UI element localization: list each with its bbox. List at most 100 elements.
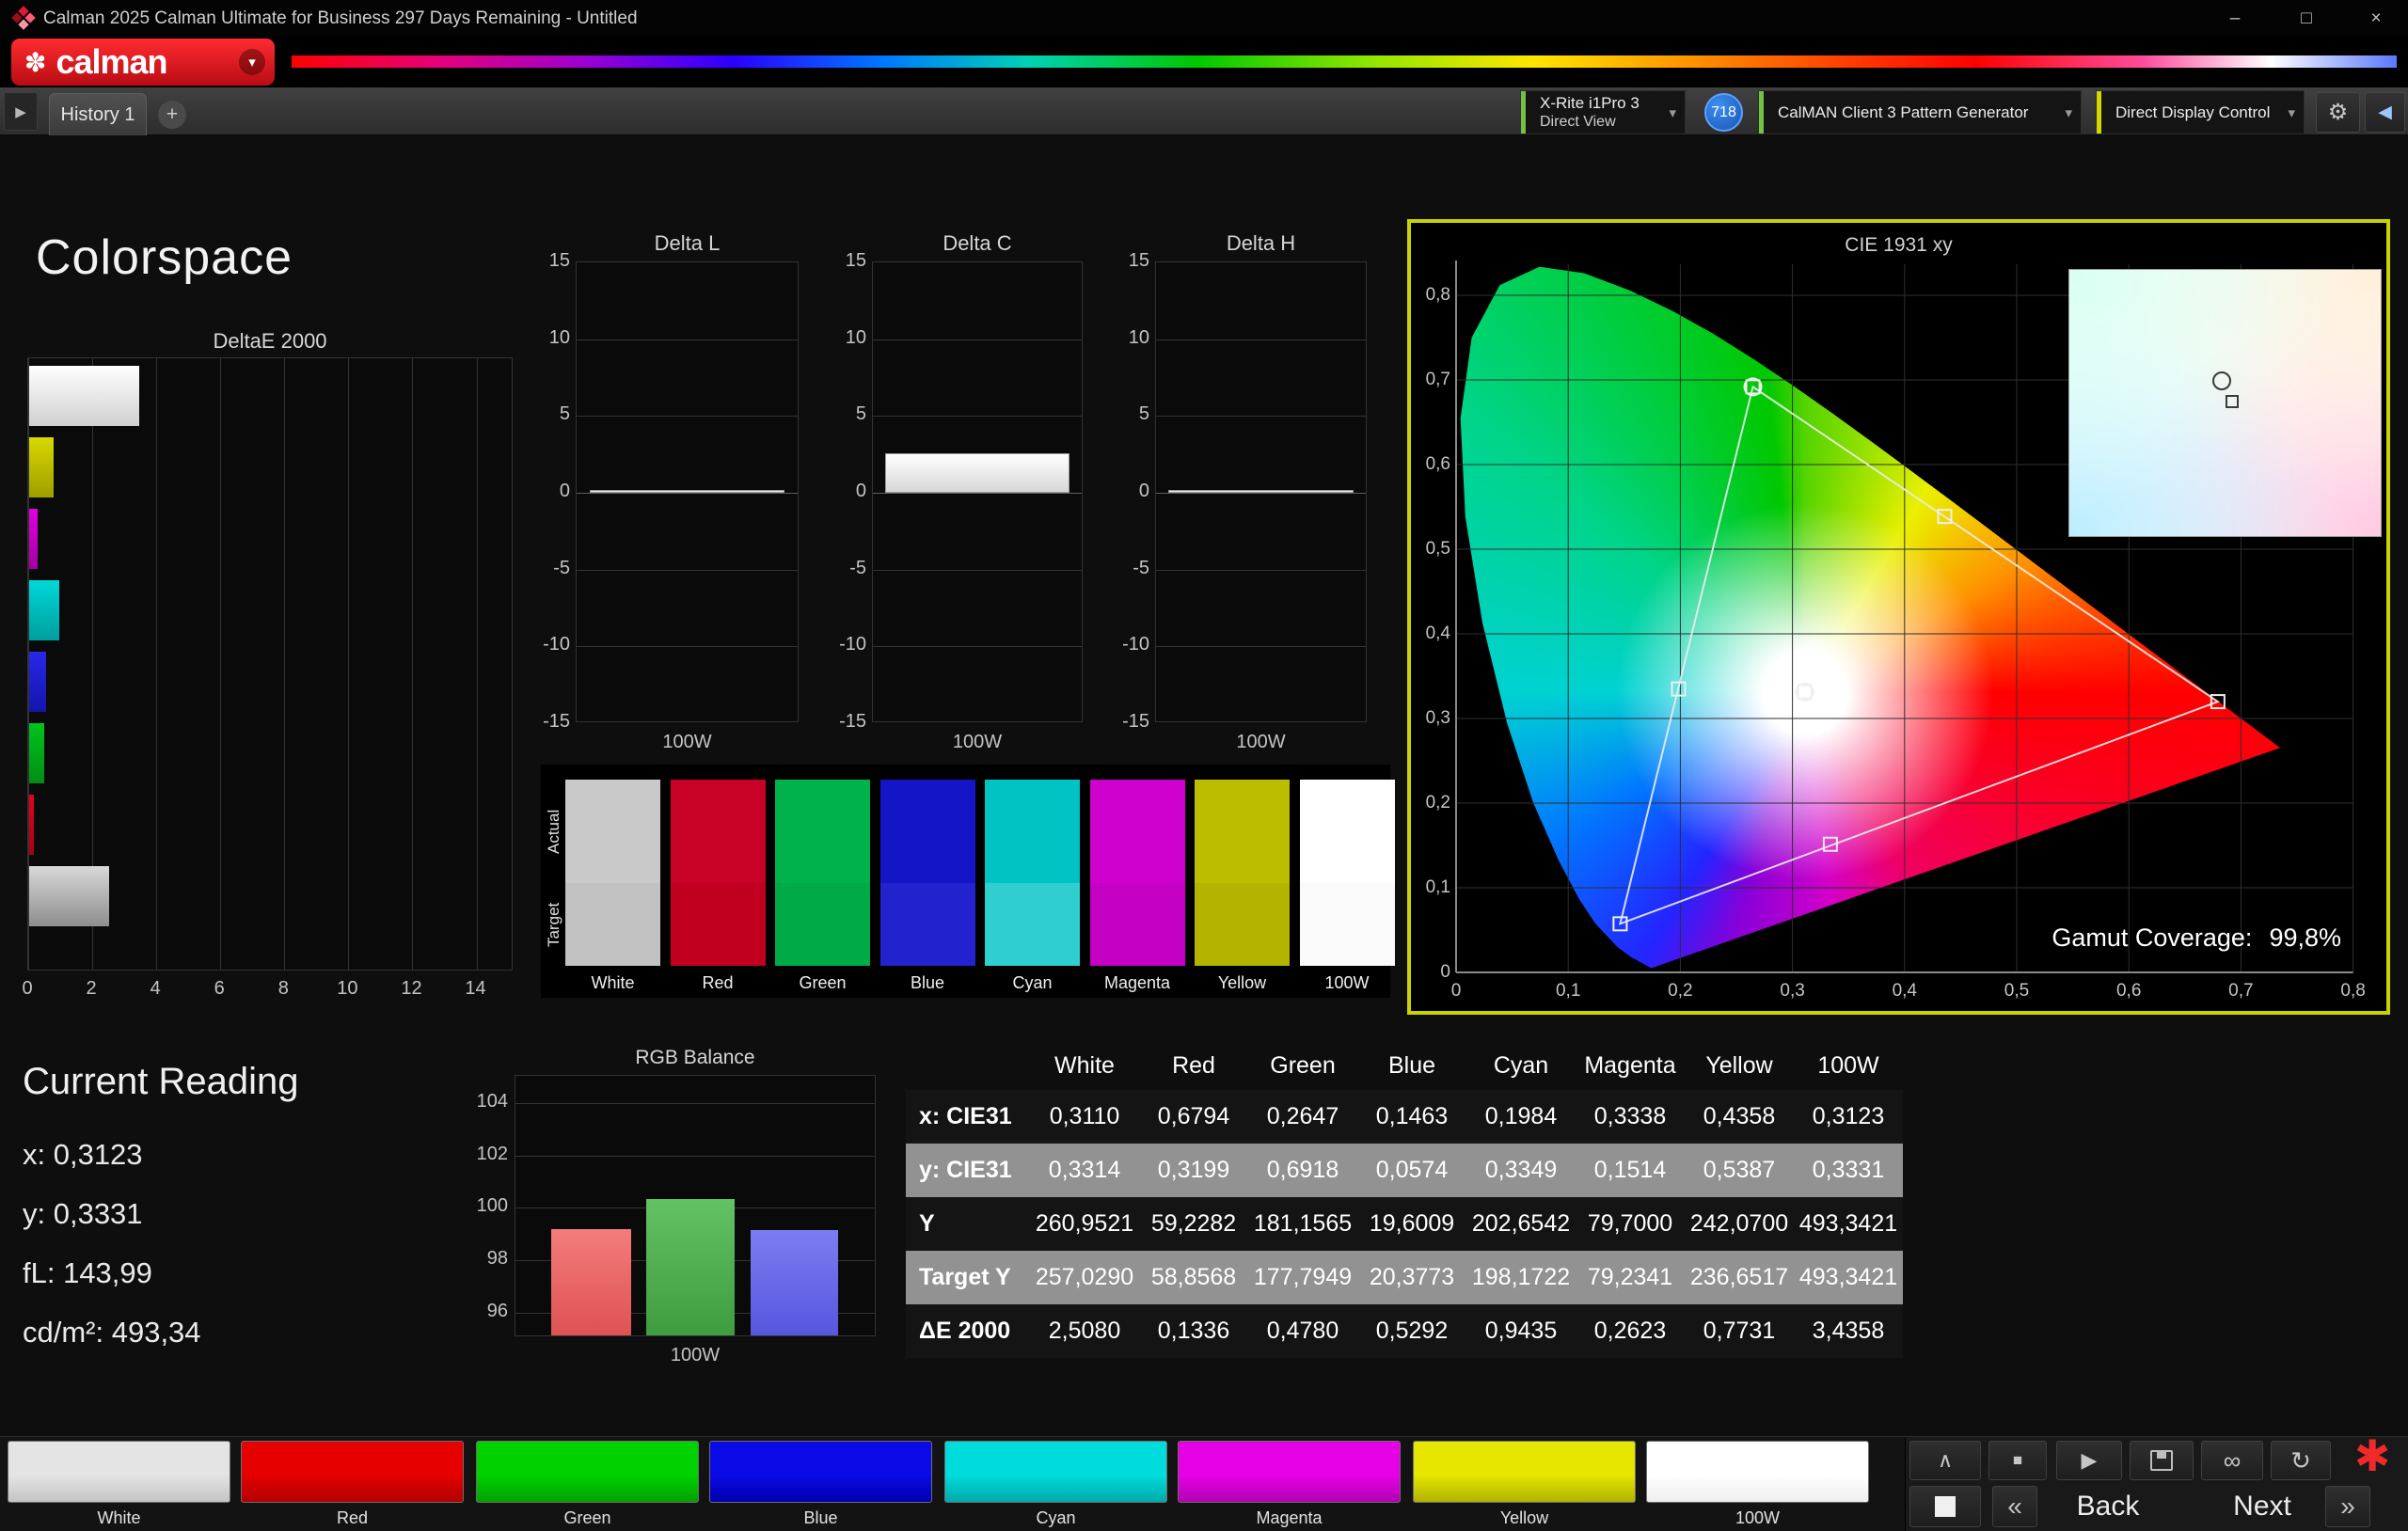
table-cell: 0,5387 — [1685, 1144, 1794, 1197]
pattern-button-yellow[interactable] — [1413, 1441, 1636, 1503]
swatch-label: 100W — [1300, 973, 1395, 993]
table-cell: 59,2282 — [1139, 1197, 1248, 1251]
back-arrow-button[interactable]: « — [1992, 1486, 2037, 1527]
deltae-xtick: 0 — [8, 978, 46, 1000]
delta-gridline — [1156, 416, 1366, 417]
swatch-target-green — [775, 883, 870, 966]
delta-ytick: 15 — [529, 250, 570, 272]
delta-ytick: 5 — [1108, 403, 1149, 425]
tab-history-1[interactable]: History 1 — [49, 93, 147, 135]
deltae-bar-100w — [29, 366, 139, 426]
swatch-actual-cyan — [985, 780, 1080, 883]
pattern-button-label: 100W — [1646, 1508, 1869, 1528]
cie-ytick: 0,6 — [1411, 454, 1450, 475]
settings-button[interactable]: ⚙ — [2316, 92, 2360, 133]
table-cell: 257,0290 — [1030, 1251, 1139, 1304]
back-button[interactable]: Back — [2047, 1486, 2169, 1527]
continuous-measure-button[interactable]: ∞ — [2201, 1441, 2263, 1480]
pattern-button-white[interactable] — [8, 1441, 230, 1503]
white-point-inset — [2068, 269, 2382, 537]
deltae-gridline — [477, 358, 478, 970]
gamut-coverage: Gamut Coverage: 99,8% — [2052, 923, 2341, 953]
double-chevron-left-icon: « — [2007, 1492, 2022, 1522]
maximize-icon[interactable]: □ — [2282, 0, 2331, 37]
table-cell: 198,1722 — [1466, 1251, 1576, 1304]
rgb-balance-chart — [515, 1075, 876, 1336]
table-cell: 0,5292 — [1357, 1304, 1466, 1358]
table-cell: 0,1336 — [1139, 1304, 1248, 1358]
deltae-xtick: 12 — [392, 978, 430, 1000]
refresh-button[interactable]: ↻ — [2271, 1441, 2331, 1480]
delta-ytick: 0 — [529, 481, 570, 502]
delta-gridline — [873, 416, 1082, 417]
save-button[interactable] — [2130, 1441, 2194, 1480]
swatch-actual-white — [565, 780, 660, 883]
deltae-bar-yellow — [29, 437, 54, 497]
table-corner-cell — [906, 1041, 1030, 1090]
delta-gridline — [873, 646, 1082, 647]
next-arrow-button[interactable]: » — [2325, 1486, 2370, 1527]
actual-target-swatch-strip: Actual Target WhiteRedGreenBlueCyanMagen… — [541, 765, 1390, 998]
cie-xtick: 0,6 — [2106, 981, 2151, 1002]
delta-bar — [590, 490, 784, 493]
pattern-button-100w[interactable] — [1646, 1441, 1869, 1503]
floppy-disk-icon — [2150, 1450, 2173, 1471]
table-cell: 0,4780 — [1248, 1304, 1357, 1358]
delta-chart-title: Delta H — [1155, 231, 1367, 256]
target-row-label: Target — [545, 883, 563, 966]
table-row-label: ΔE 2000 — [906, 1304, 1030, 1358]
chevron-down-icon[interactable]: ▾ — [239, 49, 265, 75]
meter-dropdown[interactable]: X-Rite i1Pro 3 Direct View ▾ — [1520, 90, 1686, 134]
pattern-button-red[interactable] — [241, 1441, 464, 1503]
gamut-coverage-label: Gamut Coverage: — [2052, 923, 2252, 953]
actual-row-label: Actual — [545, 780, 563, 883]
add-tab-button[interactable]: + — [158, 101, 186, 129]
table-cell: 181,1565 — [1248, 1197, 1357, 1251]
calman-menu-button[interactable]: ✽ calman ▾ — [11, 39, 275, 86]
minimize-icon[interactable]: – — [2210, 0, 2259, 37]
current-reading-title: Current Reading — [23, 1061, 299, 1103]
display-control-dropdown[interactable]: Direct Display Control ▾ — [2096, 90, 2305, 134]
next-button[interactable]: Next — [2210, 1486, 2314, 1527]
red-asterisk-icon: ✱ — [2354, 1430, 2391, 1481]
table-cell: 3,4358 — [1794, 1304, 1903, 1358]
meter-count-badge: 718 — [1704, 93, 1743, 132]
stop-button[interactable]: ■ — [1988, 1441, 2047, 1480]
pattern-button-magenta[interactable] — [1178, 1441, 1401, 1503]
cie-ytick: 0,2 — [1411, 793, 1450, 813]
delta-gridline — [1156, 339, 1366, 340]
workflow-flyout-button[interactable]: ▶ — [4, 92, 38, 131]
pattern-window-icon — [1935, 1496, 1956, 1517]
double-chevron-right-icon: » — [2340, 1492, 2355, 1522]
cie-ytick: 0,8 — [1411, 285, 1450, 306]
table-cell: 202,6542 — [1466, 1197, 1576, 1251]
pattern-button-blue[interactable] — [709, 1441, 932, 1503]
delta-ytick: -10 — [825, 634, 866, 655]
delta-chart-2 — [1155, 261, 1367, 722]
play-icon: ▶ — [2082, 1448, 2098, 1473]
collapse-panel-button[interactable]: ◀ — [2365, 92, 2405, 133]
pattern-source-dropdown[interactable]: CalMAN Client 3 Pattern Generator ▾ — [1758, 90, 2082, 134]
table-header: White — [1030, 1041, 1139, 1090]
chevron-up-icon: ∧ — [1938, 1448, 1953, 1473]
table-cell: 0,9435 — [1466, 1304, 1576, 1358]
white-point-square-marker — [2226, 395, 2239, 408]
table-cell: 236,6517 — [1685, 1251, 1794, 1304]
pattern-button-green[interactable] — [476, 1441, 699, 1503]
pattern-window-button[interactable] — [1909, 1486, 1981, 1527]
swatch-actual-red — [671, 780, 766, 883]
deltae-bar-green — [29, 723, 44, 783]
chevron-down-icon: ▾ — [1669, 104, 1676, 121]
swatch-label: White — [565, 973, 660, 993]
pattern-button-label: Red — [241, 1508, 464, 1528]
cie-xtick: 0,7 — [2218, 981, 2263, 1002]
close-icon[interactable]: × — [2352, 0, 2400, 37]
play-button[interactable]: ▶ — [2056, 1441, 2122, 1480]
table-header: Yellow — [1685, 1041, 1794, 1090]
delta-ytick: 5 — [825, 403, 866, 425]
table-header: Green — [1248, 1041, 1357, 1090]
pattern-button-cyan[interactable] — [944, 1441, 1167, 1503]
rgb-ytick: 98 — [461, 1248, 508, 1270]
page-up-button[interactable]: ∧ — [1909, 1441, 1981, 1480]
rainbow-stripe — [292, 55, 2397, 68]
